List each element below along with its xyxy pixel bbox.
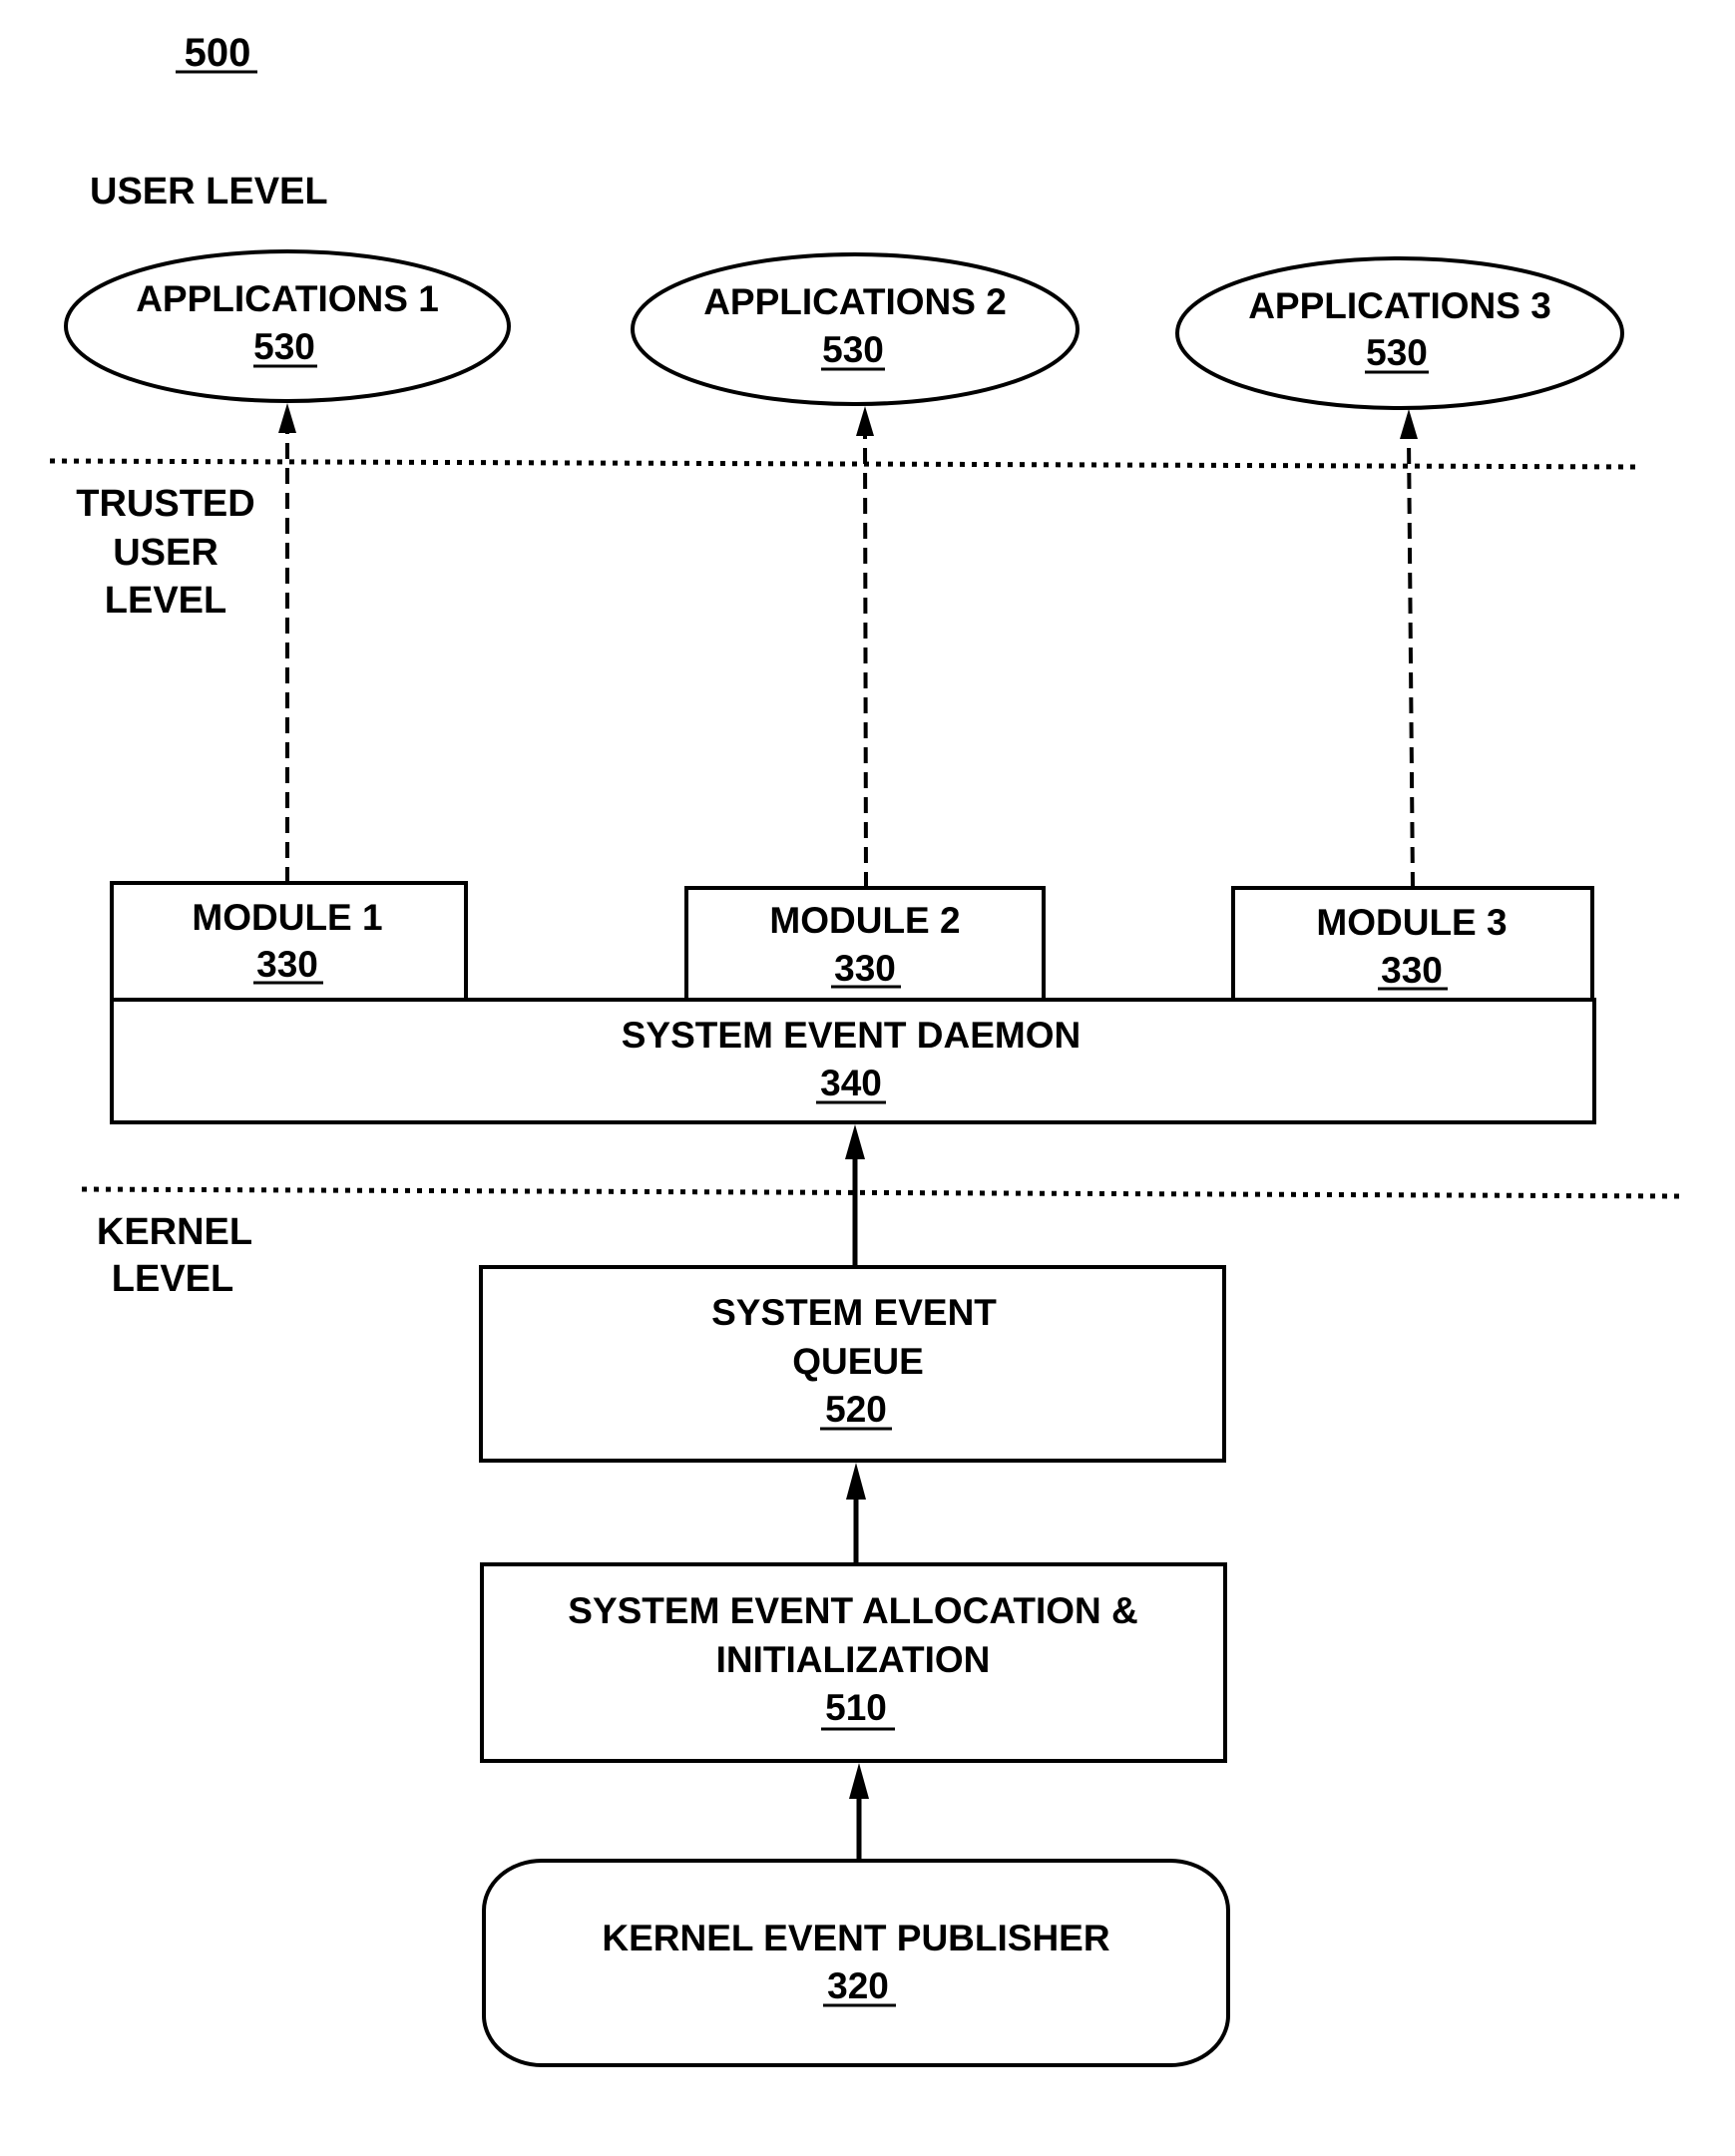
dashed-arrow-3 [1400,409,1418,889]
arrowhead-icon [278,403,296,433]
application-ref-3: 530 [1366,332,1428,373]
module-node-2[interactable]: MODULE 2 330 [684,886,1046,1005]
application-label-1: APPLICATIONS 1 [136,278,439,319]
daemon-label: SYSTEM EVENT DAEMON [622,1015,1082,1056]
queue-ref: 520 [825,1389,887,1430]
trusted-level-label-line1: TRUSTED [76,483,254,525]
application-node-3[interactable]: APPLICATIONS 3 530 [1175,256,1624,410]
arrowhead-icon [845,1124,865,1159]
dashed-arrow-1 [278,403,296,883]
trusted-kernel-boundary-line [81,1186,1682,1199]
application-node-1[interactable]: APPLICATIONS 1 530 [64,249,511,403]
application-node-2[interactable]: APPLICATIONS 2 530 [631,252,1080,406]
allocation-label-line2: INITIALIZATION [716,1639,991,1680]
allocation-node[interactable]: SYSTEM EVENT ALLOCATION & INITIALIZATION… [480,1562,1227,1763]
publisher-label: KERNEL EVENT PUBLISHER [602,1918,1109,1958]
queue-node[interactable]: SYSTEM EVENT QUEUE 520 [479,1265,1226,1463]
figure-number: 500 [185,31,251,75]
queue-label-line1: SYSTEM EVENT [711,1292,997,1333]
dashed-arrow-shaft-2 [863,432,868,889]
application-label-3: APPLICATIONS 3 [1248,285,1551,326]
arrowhead-icon [849,1763,869,1799]
daemon-node[interactable]: SYSTEM EVENT DAEMON 340 [110,998,1596,1124]
diagram-canvas: 500 USER LEVEL TRUSTED USER LEVEL KERNEL… [49,31,1682,2067]
module-label-3: MODULE 3 [1316,902,1507,943]
kernel-level-label-line1: KERNEL [97,1211,252,1253]
dashed-arrow-shaft-3 [1407,436,1415,889]
module-label-2: MODULE 2 [769,900,960,941]
trusted-level-label-line3: LEVEL [105,580,226,622]
module-ref-1: 330 [256,944,318,985]
module-ref-3: 330 [1381,950,1443,991]
queue-label-line2: QUEUE [792,1341,924,1382]
publisher-node[interactable]: KERNEL EVENT PUBLISHER 320 [482,1859,1230,2067]
module-label-1: MODULE 1 [192,897,382,938]
application-label-2: APPLICATIONS 2 [703,281,1007,322]
trusted-level-label-line2: USER [113,532,218,574]
module-node-1[interactable]: MODULE 1 330 [110,881,468,1002]
solid-arrow-allocation-to-queue [846,1463,866,1564]
application-ref-1: 530 [253,326,315,367]
kernel-level-label-line2: LEVEL [112,1258,233,1300]
solid-arrow-queue-to-daemon [845,1124,865,1269]
daemon-ref: 340 [820,1063,882,1103]
module-ref-2: 330 [834,948,896,989]
solid-arrow-publisher-to-allocation [849,1763,869,1862]
dashed-arrow-2 [856,406,874,889]
arrowhead-icon [856,406,874,436]
arrowhead-icon [1400,409,1418,439]
allocation-ref: 510 [825,1687,887,1728]
allocation-label-line1: SYSTEM EVENT ALLOCATION & [568,1590,1137,1631]
module-node-3[interactable]: MODULE 3 330 [1231,886,1594,1007]
user-level-label: USER LEVEL [90,171,328,213]
publisher-ref: 320 [827,1965,889,2006]
application-ref-2: 530 [822,329,884,370]
arrowhead-icon [846,1463,866,1500]
user-trusted-boundary-line [49,458,1640,470]
publisher-box [482,1859,1230,2067]
